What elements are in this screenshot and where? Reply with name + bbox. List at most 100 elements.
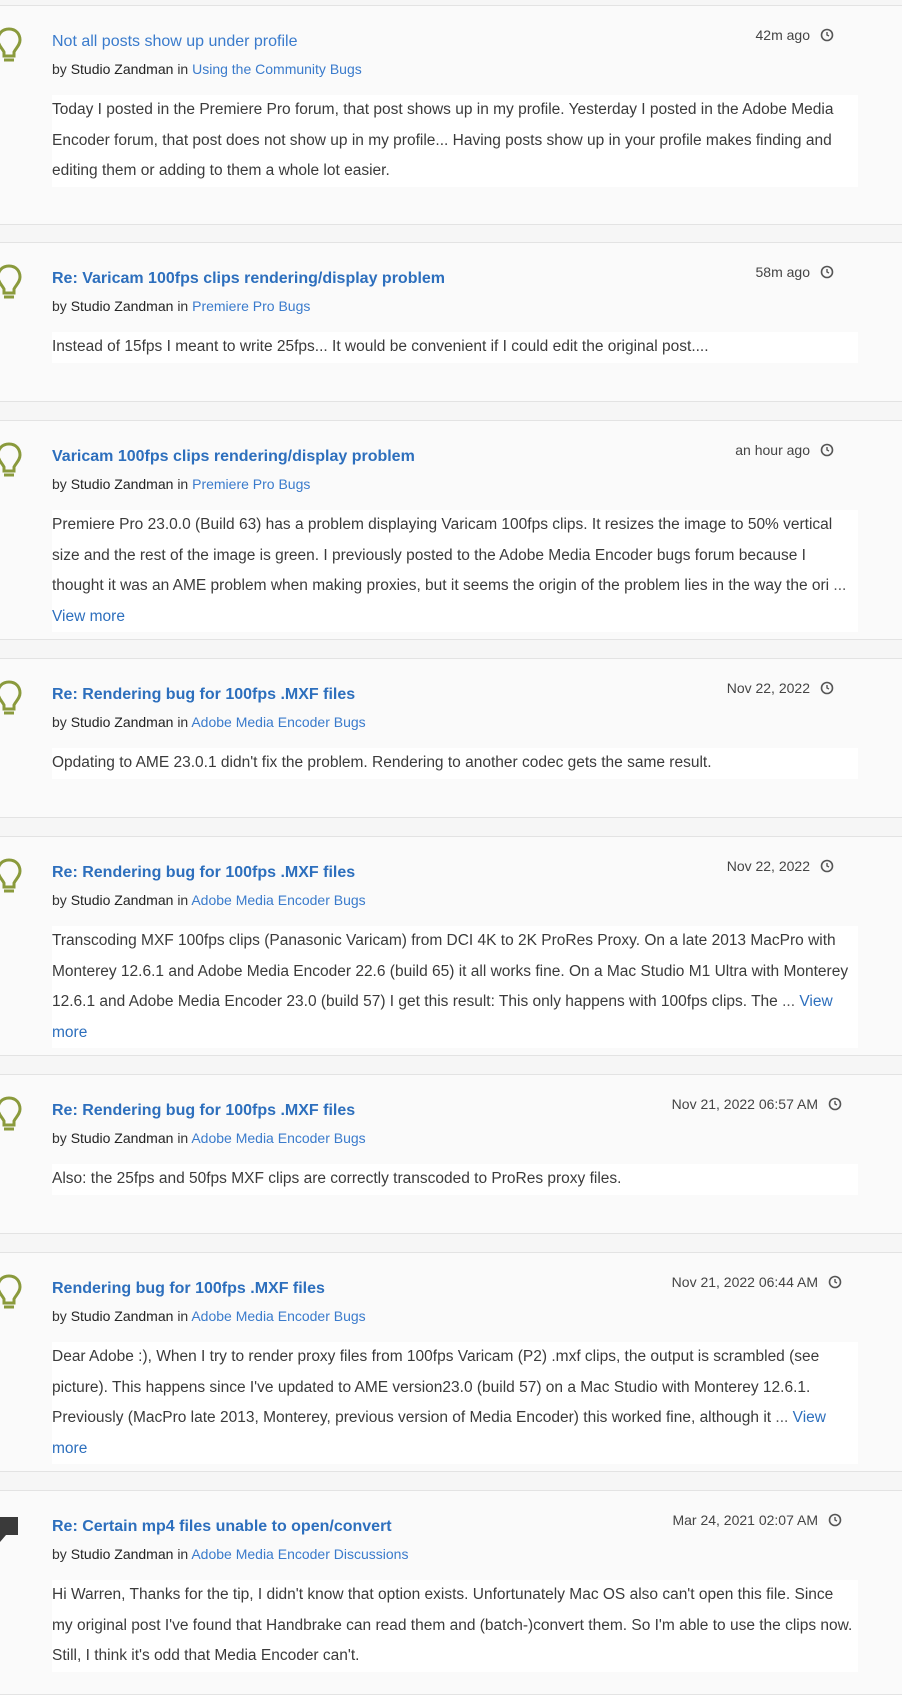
by-label: by — [52, 1130, 67, 1146]
post-body-text: Premiere Pro 23.0.0 (Build 63) has a pro… — [52, 516, 833, 594]
post-meta: by Studio Zandman in Adobe Media Encoder… — [52, 714, 366, 730]
post-meta: by Studio Zandman in Premiere Pro Bugs — [52, 476, 310, 492]
speech-bubble-icon — [0, 1515, 20, 1555]
in-label: in — [177, 1546, 189, 1562]
post-body: Hi Warren, Thanks for the tip, I didn't … — [52, 1580, 858, 1672]
post-title-link[interactable]: Re: Rendering bug for 100fps .MXF files — [52, 864, 355, 882]
post-title-link[interactable]: Re: Certain mp4 files unable to open/con… — [52, 1518, 392, 1536]
post-timestamp: 42m ago — [755, 27, 810, 43]
post-timestamp: Mar 24, 2021 02:07 AM — [672, 1512, 818, 1528]
lightbulb-icon — [0, 441, 22, 481]
lightbulb-icon — [0, 857, 22, 897]
clock-icon — [820, 443, 834, 457]
clock-icon — [820, 859, 834, 873]
author-link[interactable]: Studio Zandman — [71, 476, 174, 492]
post-meta: by Studio Zandman in Using the Community… — [52, 61, 362, 77]
post-title-link[interactable]: Re: Rendering bug for 100fps .MXF files — [52, 1102, 355, 1120]
author-link[interactable]: Studio Zandman — [71, 714, 174, 730]
in-label: in — [177, 714, 189, 730]
post-meta: by Studio Zandman in Adobe Media Encoder… — [52, 1130, 366, 1146]
by-label: by — [52, 298, 67, 314]
post-body: Also: the 25fps and 50fps MXF clips are … — [52, 1164, 858, 1195]
post-timestamp: 58m ago — [755, 264, 810, 280]
post-meta: by Studio Zandman in Adobe Media Encoder… — [52, 1546, 408, 1562]
board-link[interactable]: Adobe Media Encoder Bugs — [191, 714, 365, 730]
board-link[interactable]: Adobe Media Encoder Bugs — [191, 892, 365, 908]
post-body-text: Hi Warren, Thanks for the tip, I didn't … — [52, 1586, 853, 1664]
board-link[interactable]: Adobe Media Encoder Bugs — [191, 1130, 365, 1146]
post-timestamp: an hour ago — [735, 442, 810, 458]
posts-feed: Not all posts show up under profile by S… — [0, 0, 902, 1695]
post-meta: by Studio Zandman in Premiere Pro Bugs — [52, 298, 310, 314]
post-body: Premiere Pro 23.0.0 (Build 63) has a pro… — [52, 510, 858, 632]
lightbulb-icon — [0, 26, 22, 66]
author-link[interactable]: Studio Zandman — [71, 1308, 174, 1324]
lightbulb-icon — [0, 1095, 22, 1135]
post-title-link[interactable]: Re: Rendering bug for 100fps .MXF files — [52, 686, 355, 704]
post-item: Re: Certain mp4 files unable to open/con… — [0, 1490, 902, 1695]
post-meta: by Studio Zandman in Adobe Media Encoder… — [52, 892, 366, 908]
post-timestamp: Nov 22, 2022 — [726, 858, 810, 874]
post-body-text: Transcoding MXF 100fps clips (Panasonic … — [52, 932, 849, 1010]
in-label: in — [177, 298, 189, 314]
board-link[interactable]: Premiere Pro Bugs — [192, 476, 310, 492]
post-item: Re: Varicam 100fps clips rendering/displ… — [0, 242, 902, 402]
in-label: in — [177, 892, 189, 908]
in-label: in — [177, 476, 189, 492]
by-label: by — [52, 714, 67, 730]
by-label: by — [52, 1546, 67, 1562]
view-more-link[interactable]: View more — [52, 608, 125, 625]
by-label: by — [52, 892, 67, 908]
post-timestamp: Nov 22, 2022 — [726, 680, 810, 696]
post-item: Not all posts show up under profile by S… — [0, 5, 902, 225]
post-body: Today I posted in the Premiere Pro forum… — [52, 95, 858, 187]
by-label: by — [52, 476, 67, 492]
post-body: Instead of 15fps I meant to write 25fps.… — [52, 332, 858, 363]
in-label: in — [177, 1308, 189, 1324]
post-body: Dear Adobe :), When I try to render prox… — [52, 1342, 858, 1464]
post-body-text: Opdating to AME 23.0.1 didn't fix the pr… — [52, 754, 712, 771]
author-link[interactable]: Studio Zandman — [71, 298, 174, 314]
by-label: by — [52, 61, 67, 77]
by-label: by — [52, 1308, 67, 1324]
post-item: Varicam 100fps clips rendering/display p… — [0, 420, 902, 640]
post-body-text: Today I posted in the Premiere Pro forum… — [52, 101, 834, 179]
post-body-ellipsis: ... — [777, 993, 800, 1010]
post-body-text: Dear Adobe :), When I try to render prox… — [52, 1348, 820, 1426]
post-body: Transcoding MXF 100fps clips (Panasonic … — [52, 926, 858, 1048]
in-label: in — [177, 61, 189, 77]
clock-icon — [828, 1513, 842, 1527]
post-title-link[interactable]: Varicam 100fps clips rendering/display p… — [52, 448, 415, 466]
clock-icon — [820, 265, 834, 279]
post-title-link[interactable]: Rendering bug for 100fps .MXF files — [52, 1280, 325, 1298]
board-link[interactable]: Premiere Pro Bugs — [192, 298, 310, 314]
board-link[interactable]: Adobe Media Encoder Discussions — [191, 1546, 408, 1562]
post-meta: by Studio Zandman in Adobe Media Encoder… — [52, 1308, 366, 1324]
lightbulb-icon — [0, 263, 22, 303]
lightbulb-icon — [0, 1273, 22, 1313]
post-title-link[interactable]: Not all posts show up under profile — [52, 33, 297, 51]
post-body: Opdating to AME 23.0.1 didn't fix the pr… — [52, 748, 858, 779]
post-body-text: Also: the 25fps and 50fps MXF clips are … — [52, 1170, 622, 1187]
clock-icon — [828, 1097, 842, 1111]
post-timestamp: Nov 21, 2022 06:57 AM — [671, 1096, 818, 1112]
in-label: in — [177, 1130, 189, 1146]
author-link[interactable]: Studio Zandman — [71, 61, 174, 77]
post-item: Rendering bug for 100fps .MXF files by S… — [0, 1252, 902, 1472]
board-link[interactable]: Adobe Media Encoder Bugs — [191, 1308, 365, 1324]
post-body-text: Instead of 15fps I meant to write 25fps.… — [52, 338, 709, 355]
board-link[interactable]: Using the Community Bugs — [192, 61, 362, 77]
post-item: Re: Rendering bug for 100fps .MXF files … — [0, 658, 902, 818]
post-body-ellipsis: ... — [829, 577, 847, 594]
author-link[interactable]: Studio Zandman — [71, 1130, 174, 1146]
author-link[interactable]: Studio Zandman — [71, 1546, 174, 1562]
post-timestamp: Nov 21, 2022 06:44 AM — [671, 1274, 818, 1290]
clock-icon — [820, 28, 834, 42]
post-title-link[interactable]: Re: Varicam 100fps clips rendering/displ… — [52, 270, 445, 288]
lightbulb-icon — [0, 679, 22, 719]
post-body-ellipsis: ... — [771, 1409, 793, 1426]
clock-icon — [828, 1275, 842, 1289]
post-item: Re: Rendering bug for 100fps .MXF files … — [0, 836, 902, 1056]
clock-icon — [820, 681, 834, 695]
author-link[interactable]: Studio Zandman — [71, 892, 174, 908]
